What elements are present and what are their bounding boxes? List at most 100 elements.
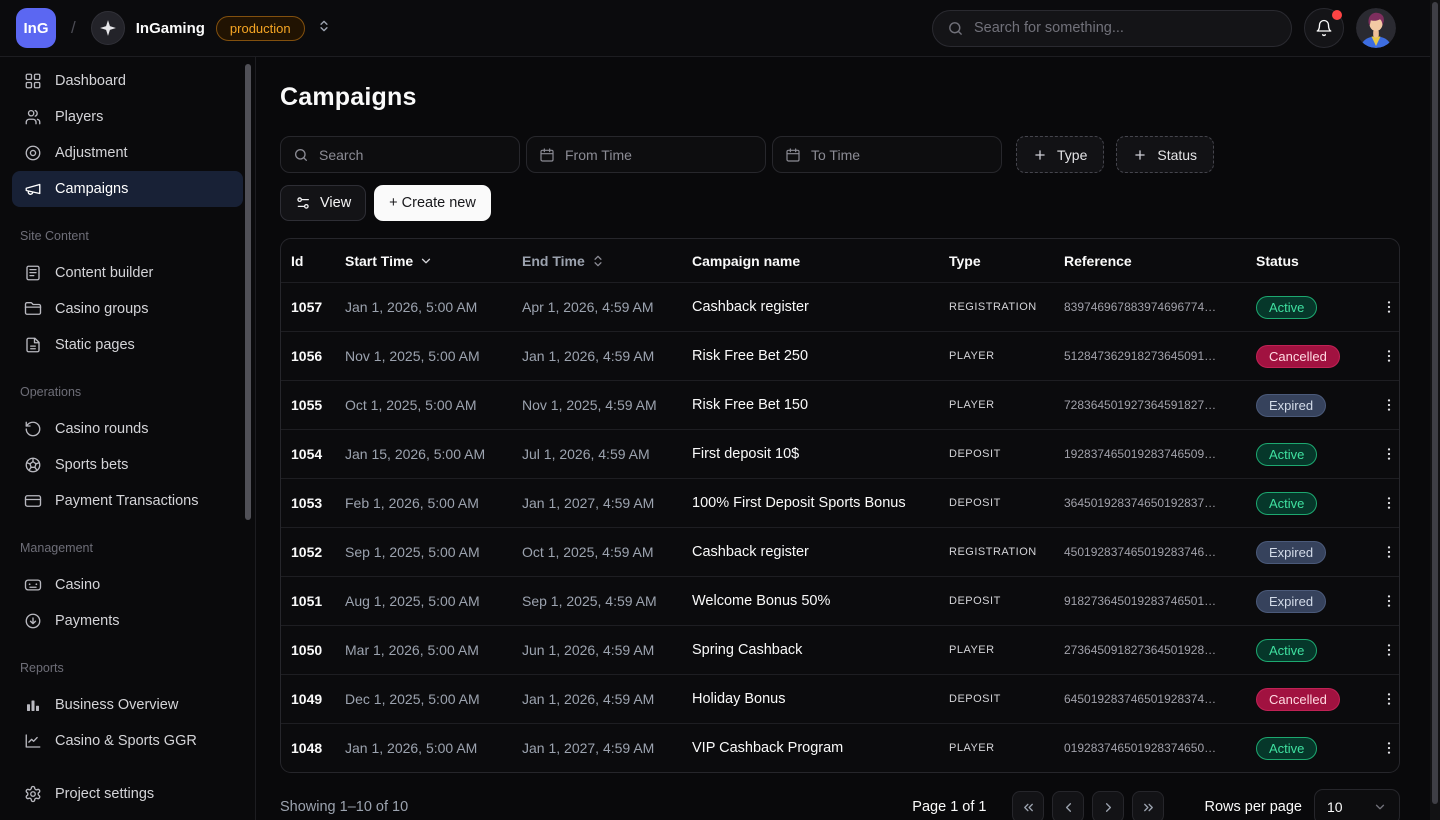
players-icon bbox=[24, 108, 42, 126]
rows-per-page-select[interactable]: 10 bbox=[1314, 789, 1400, 820]
column-header-start-time[interactable]: Start Time bbox=[345, 253, 522, 269]
cell-reference: 839746967883974696774… bbox=[1064, 300, 1256, 314]
first-page-button[interactable] bbox=[1012, 791, 1044, 820]
sidebar-item-label: Content builder bbox=[55, 265, 153, 281]
table-row[interactable]: 1056Nov 1, 2025, 5:00 AMJan 1, 2026, 4:5… bbox=[281, 331, 1399, 380]
from-time-picker[interactable]: From Time bbox=[526, 136, 766, 173]
table-row[interactable]: 1050Mar 1, 2026, 5:00 AMJun 1, 2026, 4:5… bbox=[281, 625, 1399, 674]
cell-status: Expired bbox=[1256, 590, 1369, 613]
column-header-end-time[interactable]: End Time bbox=[522, 253, 692, 269]
ggr-icon bbox=[24, 732, 42, 750]
column-header-reference[interactable]: Reference bbox=[1064, 253, 1256, 269]
org-name: InGaming bbox=[136, 20, 205, 37]
global-search-input[interactable]: Search for something... bbox=[932, 10, 1292, 47]
sidebar-item-dashboard[interactable]: Dashboard bbox=[12, 63, 243, 99]
table-row[interactable]: 1051Aug 1, 2025, 5:00 AMSep 1, 2025, 4:5… bbox=[281, 576, 1399, 625]
sidebar-item-campaigns[interactable]: Campaigns bbox=[12, 171, 243, 207]
to-time-picker[interactable]: To Time bbox=[772, 136, 1002, 173]
actions-row: View + Create new bbox=[280, 185, 1400, 221]
type-filter-button[interactable]: Type bbox=[1016, 136, 1104, 173]
cell-status: Active bbox=[1256, 443, 1369, 466]
cell-id: 1050 bbox=[291, 642, 345, 658]
sidebar-item-adjustment[interactable]: Adjustment bbox=[12, 135, 243, 171]
row-actions-button[interactable] bbox=[1375, 636, 1400, 664]
cell-start-time: Nov 1, 2025, 5:00 AM bbox=[345, 348, 522, 364]
org-avatar[interactable] bbox=[91, 11, 125, 45]
user-avatar[interactable] bbox=[1356, 8, 1396, 48]
sidebar-item-players[interactable]: Players bbox=[12, 99, 243, 135]
sliders-icon bbox=[295, 195, 311, 211]
table-body: 1057Jan 1, 2026, 5:00 AMApr 1, 2026, 4:5… bbox=[281, 282, 1399, 772]
row-actions-button[interactable] bbox=[1375, 489, 1400, 517]
cell-id: 1051 bbox=[291, 593, 345, 609]
window-scrollbar-thumb[interactable] bbox=[1432, 2, 1438, 804]
next-page-button[interactable] bbox=[1092, 791, 1124, 820]
cell-id: 1056 bbox=[291, 348, 345, 364]
last-page-button[interactable] bbox=[1132, 791, 1164, 820]
row-actions-button[interactable] bbox=[1375, 587, 1400, 615]
sidebar-item-casino-rounds[interactable]: Casino rounds bbox=[12, 411, 243, 447]
sidebar-item-static-pages[interactable]: Static pages bbox=[12, 327, 243, 363]
sidebar-item-sports-bets[interactable]: Sports bets bbox=[12, 447, 243, 483]
cell-reference: 512847362918273645091… bbox=[1064, 349, 1256, 363]
row-actions-button[interactable] bbox=[1375, 734, 1400, 762]
table-row[interactable]: 1057Jan 1, 2026, 5:00 AMApr 1, 2026, 4:5… bbox=[281, 282, 1399, 331]
table-row[interactable]: 1052Sep 1, 2025, 5:00 AMOct 1, 2025, 4:5… bbox=[281, 527, 1399, 576]
table-row[interactable]: 1055Oct 1, 2025, 5:00 AMNov 1, 2025, 4:5… bbox=[281, 380, 1399, 429]
column-header-campaign-name[interactable]: Campaign name bbox=[692, 253, 949, 269]
cell-id: 1049 bbox=[291, 691, 345, 707]
table-search-input[interactable]: Search bbox=[280, 136, 520, 173]
sidebar-item-label: Dashboard bbox=[55, 73, 126, 89]
type-filter-label: Type bbox=[1057, 147, 1087, 163]
status-filter-button[interactable]: Status bbox=[1116, 136, 1214, 173]
cell-status: Expired bbox=[1256, 541, 1369, 564]
kebab-icon bbox=[1381, 299, 1397, 315]
kebab-icon bbox=[1381, 348, 1397, 364]
row-actions-button[interactable] bbox=[1375, 538, 1400, 566]
calendar-icon bbox=[539, 147, 555, 163]
sidebar-scrollbar-thumb[interactable] bbox=[245, 64, 251, 520]
table-row[interactable]: 1053Feb 1, 2026, 5:00 AMJan 1, 2027, 4:5… bbox=[281, 478, 1399, 527]
sidebar-item-project-settings[interactable]: Project settings bbox=[12, 776, 243, 812]
column-header-type[interactable]: Type bbox=[949, 253, 1064, 269]
previous-page-button[interactable] bbox=[1052, 791, 1084, 820]
showing-count: Showing 1–10 of 10 bbox=[280, 799, 408, 815]
column-header-status[interactable]: Status bbox=[1256, 253, 1369, 269]
org-switcher-button[interactable] bbox=[317, 19, 331, 38]
cell-id: 1057 bbox=[291, 299, 345, 315]
status-badge: Active bbox=[1256, 443, 1317, 466]
table-row[interactable]: 1048Jan 1, 2026, 5:00 AMJan 1, 2027, 4:5… bbox=[281, 723, 1399, 772]
sidebar-item-casino-sports-ggr[interactable]: Casino & Sports GGR bbox=[12, 723, 243, 759]
sidebar-section-label: Site Content bbox=[12, 229, 243, 243]
table-row[interactable]: 1054Jan 15, 2026, 5:00 AMJul 1, 2026, 4:… bbox=[281, 429, 1399, 478]
row-actions-button[interactable] bbox=[1375, 440, 1400, 468]
sidebar-item-casino-groups[interactable]: Casino groups bbox=[12, 291, 243, 327]
sidebar-item-payments[interactable]: Payments bbox=[12, 603, 243, 639]
app-logo[interactable]: InG bbox=[16, 8, 56, 48]
row-actions-button[interactable] bbox=[1375, 391, 1400, 419]
sidebar-section-label: Management bbox=[12, 541, 243, 555]
cell-type: PLAYER bbox=[949, 644, 1064, 656]
notifications-button[interactable] bbox=[1304, 8, 1344, 48]
sidebar-item-casino[interactable]: Casino bbox=[12, 567, 243, 603]
row-actions-button[interactable] bbox=[1375, 293, 1400, 321]
sort-desc-icon bbox=[419, 254, 433, 268]
table-header-row: Id Start Time End Time Campaign name Typ… bbox=[281, 239, 1399, 282]
campaigns-icon bbox=[24, 180, 42, 198]
breadcrumb-separator: / bbox=[71, 18, 76, 38]
table-row[interactable]: 1049Dec 1, 2025, 5:00 AMJan 1, 2026, 4:5… bbox=[281, 674, 1399, 723]
status-filter-label: Status bbox=[1157, 147, 1197, 163]
create-new-button[interactable]: + Create new bbox=[374, 185, 491, 221]
view-button[interactable]: View bbox=[280, 185, 366, 221]
sidebar-item-business-overview[interactable]: Business Overview bbox=[12, 687, 243, 723]
cell-status: Cancelled bbox=[1256, 688, 1369, 711]
sidebar-item-content-builder[interactable]: Content builder bbox=[12, 255, 243, 291]
sidebar-item-payment-transactions[interactable]: Payment Transactions bbox=[12, 483, 243, 519]
row-actions-button[interactable] bbox=[1375, 685, 1400, 713]
from-time-placeholder: From Time bbox=[565, 147, 632, 163]
rows-per-page-value: 10 bbox=[1327, 799, 1343, 815]
cell-campaign-name: Holiday Bonus bbox=[692, 691, 949, 707]
window-scrollbar[interactable] bbox=[1430, 0, 1440, 820]
column-header-id[interactable]: Id bbox=[291, 253, 345, 269]
row-actions-button[interactable] bbox=[1375, 342, 1400, 370]
